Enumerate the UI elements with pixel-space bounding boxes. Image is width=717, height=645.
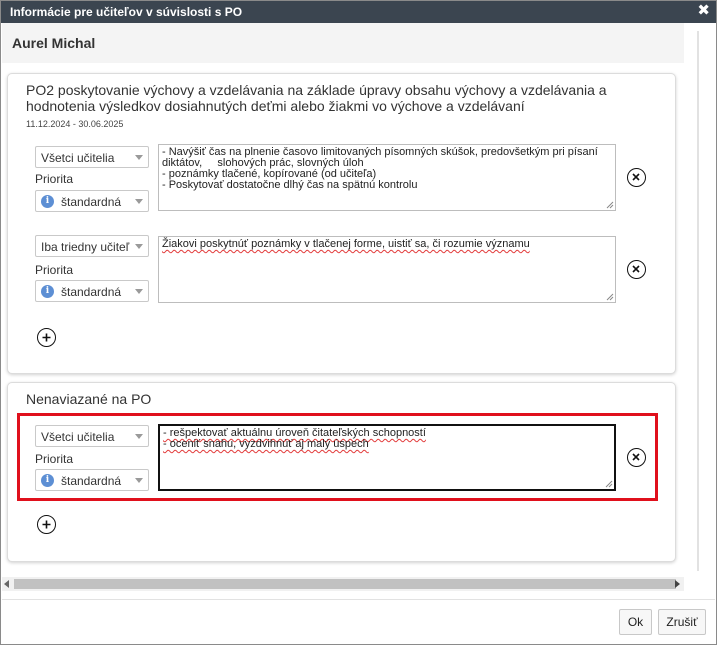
- scrollbar-thumb[interactable]: [14, 579, 676, 589]
- resize-grip-icon[interactable]: [606, 293, 614, 301]
- cancel-button[interactable]: Zrušiť: [658, 609, 706, 635]
- audience-select[interactable]: Všetci učitelia: [35, 425, 149, 447]
- dialog-content[interactable]: Aurel Michal PO2 poskytovanie výchovy a …: [2, 23, 715, 585]
- vertical-scrollbar[interactable]: [685, 23, 715, 585]
- text-line: - Poskytovať dostatočne dlhý čas na spät…: [162, 179, 418, 191]
- add-circle-icon: [42, 520, 50, 528]
- audience-select[interactable]: Všetci učitelia: [35, 146, 149, 168]
- audience-select[interactable]: Iba triedny učiteľ: [35, 235, 149, 257]
- unlinked-title: Nenaviazané na PO: [26, 391, 152, 407]
- priority-label: Priorita: [35, 172, 74, 186]
- recommendation-textarea[interactable]: Žiakovi poskytnúť poznámky v tlačenej fo…: [158, 236, 616, 303]
- priority-label: Priorita: [35, 452, 74, 466]
- footer-divider: [2, 599, 715, 600]
- priority-value: štandardná: [61, 285, 122, 299]
- chevron-down-icon: [135, 289, 143, 294]
- priority-label: Priorita: [35, 263, 74, 277]
- person-header: Aurel Michal: [2, 23, 684, 63]
- priority-select[interactable]: i štandardná: [35, 280, 149, 302]
- horizontal-scrollbar[interactable]: [2, 577, 684, 591]
- dialog-titlebar: Informácie pre učiteľov v súvislosti s P…: [1, 1, 716, 23]
- recommendation-row: Všetci učitelia Priorita i štandardná - …: [8, 424, 677, 496]
- po-panel: PO2 poskytovanie výchovy a vzdelávania n…: [7, 73, 676, 374]
- scroll-right-icon[interactable]: [675, 580, 680, 588]
- resize-grip-icon[interactable]: [606, 201, 614, 209]
- remove-circle-icon: [632, 453, 640, 461]
- chevron-down-icon: [135, 155, 143, 160]
- dialog-title: Informácie pre učiteľov v súvislosti s P…: [10, 5, 243, 19]
- resize-grip-icon[interactable]: [605, 480, 613, 488]
- audience-value: Všetci učitelia: [41, 151, 115, 165]
- chevron-down-icon: [135, 478, 143, 483]
- priority-select[interactable]: i štandardná: [35, 190, 149, 212]
- remove-recommendation-button[interactable]: [627, 260, 646, 279]
- remove-circle-icon: [632, 173, 640, 181]
- recommendation-row: Všetci učitelia Priorita i štandardná - …: [8, 144, 677, 216]
- audience-value: Všetci učitelia: [41, 430, 115, 444]
- unlinked-panel: Nenaviazané na PO Všetci učitelia Priori…: [7, 382, 676, 562]
- audience-value: Iba triedny učiteľ: [41, 240, 130, 254]
- info-icon: i: [41, 195, 54, 208]
- add-recommendation-button[interactable]: [37, 328, 56, 347]
- po-title: PO2 poskytovanie výchovy a vzdelávania n…: [26, 82, 607, 114]
- scrollbar-track: [697, 31, 699, 571]
- info-icon: i: [41, 474, 54, 487]
- info-icon: i: [41, 285, 54, 298]
- chevron-down-icon: [135, 244, 143, 249]
- priority-value: štandardná: [61, 195, 122, 209]
- add-recommendation-button[interactable]: [37, 515, 56, 534]
- close-icon[interactable]: ✖: [697, 2, 710, 20]
- person-name: Aurel Michal: [12, 35, 96, 51]
- remove-recommendation-button[interactable]: [627, 168, 646, 187]
- recommendation-row: Iba triedny učiteľ Priorita i štandardná…: [8, 235, 677, 307]
- remove-recommendation-button[interactable]: [627, 448, 646, 467]
- chevron-down-icon: [135, 199, 143, 204]
- priority-select[interactable]: i štandardná: [35, 469, 149, 491]
- text-line: Žiakovi poskytnúť poznámky v tlačenej fo…: [162, 238, 530, 250]
- remove-circle-icon: [632, 265, 640, 273]
- chevron-down-icon: [135, 434, 143, 439]
- po-dates: 11.12.2024 - 30.06.2025: [26, 119, 124, 129]
- recommendation-textarea[interactable]: - rešpektovať aktuálnu úroveň čitateľský…: [158, 424, 616, 491]
- ok-button[interactable]: Ok: [619, 609, 652, 635]
- dialog-window: Informácie pre učiteľov v súvislosti s P…: [0, 0, 717, 645]
- recommendation-textarea[interactable]: - Navýšiť čas na plnenie časovo limitova…: [158, 144, 616, 211]
- add-circle-icon: [42, 333, 50, 341]
- scroll-left-icon[interactable]: [4, 580, 9, 588]
- text-line: - oceniť snahu, vyzdvihnúť aj malý úspec…: [163, 438, 369, 450]
- priority-value: štandardná: [61, 474, 122, 488]
